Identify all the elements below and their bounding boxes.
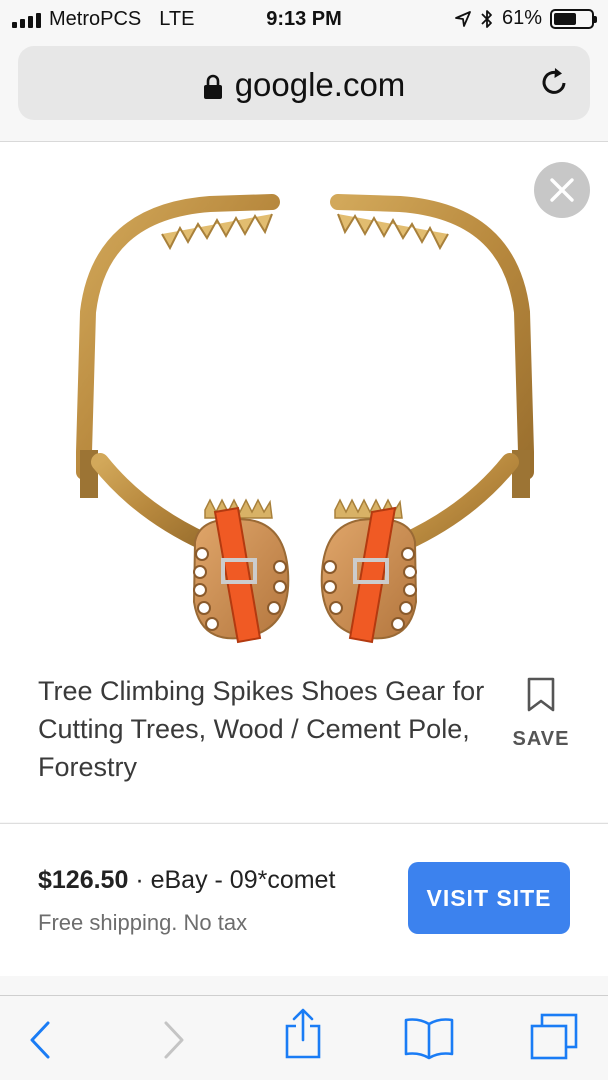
result-card: Tree Climbing Spikes Shoes Gear for Cutt… (0, 142, 608, 822)
price-line: $126.50 · eBay - 09*comet (38, 866, 335, 895)
shipping-info: Free shipping. No tax (38, 910, 248, 935)
bookmark-icon (527, 677, 555, 712)
back-icon[interactable] (28, 1020, 54, 1060)
location-arrow-icon (455, 10, 471, 27)
bookmarks-icon[interactable] (403, 1016, 455, 1060)
tabs-icon[interactable] (528, 1012, 580, 1062)
forward-icon[interactable] (160, 1020, 186, 1060)
battery-percent: 61% (501, 7, 542, 29)
seller: eBay - 09*comet (150, 866, 336, 894)
reload-icon[interactable] (538, 66, 570, 98)
bluetooth-icon (481, 9, 492, 28)
address-bar[interactable]: google.com (18, 46, 590, 120)
close-icon (550, 178, 574, 202)
save-button[interactable]: SAVE (510, 677, 572, 751)
status-right: 61% (454, 7, 597, 30)
visit-site-button[interactable]: VISIT SITE (408, 862, 570, 934)
status-bar: MetroPCS LTE 9:13 PM 61% (0, 0, 608, 40)
battery-icon (550, 8, 597, 29)
close-button[interactable] (534, 162, 590, 218)
product-title[interactable]: Tree Climbing Spikes Shoes Gear for Cutt… (38, 672, 503, 786)
product-image[interactable] (60, 162, 550, 662)
url-display[interactable]: google.com (18, 66, 590, 104)
price: $126.50 (38, 866, 129, 894)
url-text: google.com (234, 66, 406, 103)
browser-toolbar (0, 996, 608, 1080)
share-icon[interactable] (283, 1008, 323, 1060)
separator: · (128, 866, 151, 894)
save-label: SAVE (512, 728, 570, 750)
offer-row: $126.50 · eBay - 09*comet Free shipping.… (0, 824, 608, 976)
lock-icon (203, 75, 222, 100)
